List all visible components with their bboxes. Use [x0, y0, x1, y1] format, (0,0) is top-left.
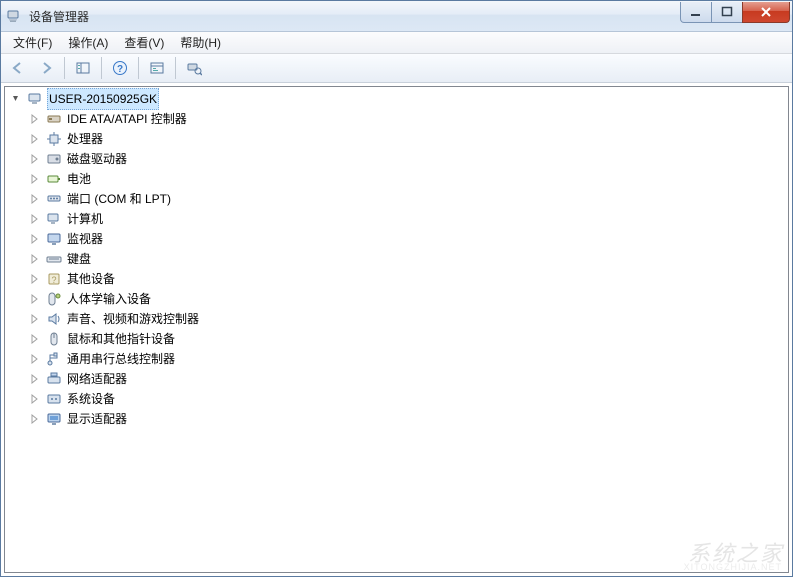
tree-category-label[interactable]: 显示适配器	[65, 409, 129, 429]
computer-icon	[46, 211, 62, 227]
expand-icon[interactable]	[29, 413, 41, 425]
network-icon	[46, 371, 62, 387]
tree-category-label[interactable]: 人体学输入设备	[65, 289, 153, 309]
expand-icon[interactable]	[29, 313, 41, 325]
toolbar-separator	[64, 57, 65, 79]
scan-hardware-button[interactable]	[181, 55, 207, 81]
expand-icon[interactable]	[29, 393, 41, 405]
menu-view[interactable]: 查看(V)	[116, 32, 172, 53]
toolbar: ?	[1, 54, 792, 83]
app-icon	[7, 8, 23, 24]
expand-icon[interactable]	[29, 113, 41, 125]
tree-category-label[interactable]: 其他设备	[65, 269, 117, 289]
sound-icon	[46, 311, 62, 327]
monitor-icon	[46, 231, 62, 247]
window-controls	[681, 2, 790, 22]
tree-category[interactable]: 磁盘驱动器	[29, 149, 788, 169]
tree-category[interactable]: 监视器	[29, 229, 788, 249]
keyboard-icon	[46, 251, 62, 267]
tree-category-label[interactable]: 系统设备	[65, 389, 117, 409]
computer-icon	[28, 91, 44, 107]
usb-icon	[46, 351, 62, 367]
toolbar-separator	[138, 57, 139, 79]
cpu-icon	[46, 131, 62, 147]
tree-category[interactable]: 显示适配器	[29, 409, 788, 429]
device-tree: USER-20150925GK IDE ATA/ATAPI 控制器 处理器 磁盘…	[7, 89, 788, 429]
tree-category[interactable]: IDE ATA/ATAPI 控制器	[29, 109, 788, 129]
tree-category-label[interactable]: 通用串行总线控制器	[65, 349, 177, 369]
ide-icon	[46, 111, 62, 127]
tree-category[interactable]: 网络适配器	[29, 369, 788, 389]
expand-icon[interactable]	[29, 233, 41, 245]
tree-category-label[interactable]: 监视器	[65, 229, 105, 249]
window-title: 设备管理器	[29, 8, 681, 25]
expand-icon[interactable]	[29, 153, 41, 165]
tree-category-label[interactable]: IDE ATA/ATAPI 控制器	[65, 109, 189, 129]
expand-icon[interactable]	[29, 293, 41, 305]
minimize-button[interactable]	[680, 2, 712, 23]
expand-icon[interactable]	[29, 133, 41, 145]
disk-icon	[46, 151, 62, 167]
tree-category-label[interactable]: 端口 (COM 和 LPT)	[65, 189, 173, 209]
menubar: 文件(F) 操作(A) 查看(V) 帮助(H)	[1, 32, 792, 54]
mouse-icon	[46, 331, 62, 347]
tree-category[interactable]: 通用串行总线控制器	[29, 349, 788, 369]
tree-category-label[interactable]: 声音、视频和游戏控制器	[65, 309, 201, 329]
back-button[interactable]	[5, 55, 31, 81]
tree-root[interactable]: USER-20150925GK IDE ATA/ATAPI 控制器 处理器 磁盘…	[11, 89, 788, 429]
tree-category-label[interactable]: 磁盘驱动器	[65, 149, 129, 169]
expand-icon[interactable]	[29, 213, 41, 225]
port-icon	[46, 191, 62, 207]
tree-category[interactable]: 电池	[29, 169, 788, 189]
menu-help[interactable]: 帮助(H)	[172, 32, 229, 53]
expand-icon[interactable]	[29, 333, 41, 345]
tree-category[interactable]: 计算机	[29, 209, 788, 229]
expand-icon[interactable]	[29, 353, 41, 365]
help-button[interactable]: ?	[107, 55, 133, 81]
tree-category-label[interactable]: 鼠标和其他指针设备	[65, 329, 177, 349]
battery-icon	[46, 171, 62, 187]
menu-file[interactable]: 文件(F)	[5, 32, 60, 53]
expand-icon[interactable]	[29, 273, 41, 285]
tree-category[interactable]: 键盘	[29, 249, 788, 269]
tree-root-label[interactable]: USER-20150925GK	[47, 88, 159, 110]
tree-category[interactable]: ? 其他设备	[29, 269, 788, 289]
toolbar-separator	[101, 57, 102, 79]
tree-category[interactable]: 处理器	[29, 129, 788, 149]
expand-icon[interactable]	[29, 253, 41, 265]
expand-icon[interactable]	[29, 373, 41, 385]
device-tree-panel[interactable]: USER-20150925GK IDE ATA/ATAPI 控制器 处理器 磁盘…	[4, 86, 789, 573]
close-button[interactable]	[742, 2, 790, 23]
forward-button[interactable]	[33, 55, 59, 81]
svg-text:?: ?	[51, 275, 56, 285]
tree-category-label[interactable]: 处理器	[65, 129, 105, 149]
system-icon	[46, 391, 62, 407]
device-manager-window: 设备管理器 文件(F) 操作(A) 查看(V) 帮助(H)	[0, 0, 793, 577]
tree-category[interactable]: 端口 (COM 和 LPT)	[29, 189, 788, 209]
tree-category-label[interactable]: 电池	[65, 169, 93, 189]
maximize-button[interactable]	[711, 2, 743, 23]
tree-category-label[interactable]: 网络适配器	[65, 369, 129, 389]
svg-text:?: ?	[117, 64, 123, 75]
other-icon: ?	[46, 271, 62, 287]
display-icon	[46, 411, 62, 427]
menu-action[interactable]: 操作(A)	[60, 32, 116, 53]
tree-category[interactable]: 声音、视频和游戏控制器	[29, 309, 788, 329]
tree-category[interactable]: 系统设备	[29, 389, 788, 409]
properties-button[interactable]	[144, 55, 170, 81]
hid-icon	[46, 291, 62, 307]
tree-category-label[interactable]: 键盘	[65, 249, 93, 269]
expand-icon[interactable]	[29, 193, 41, 205]
titlebar: 设备管理器	[1, 1, 792, 32]
collapse-icon[interactable]	[11, 93, 23, 105]
tree-category[interactable]: 人体学输入设备	[29, 289, 788, 309]
tree-category-label[interactable]: 计算机	[65, 209, 105, 229]
toolbar-separator	[175, 57, 176, 79]
expand-icon[interactable]	[29, 173, 41, 185]
show-hide-console-tree-button[interactable]	[70, 55, 96, 81]
tree-category[interactable]: 鼠标和其他指针设备	[29, 329, 788, 349]
